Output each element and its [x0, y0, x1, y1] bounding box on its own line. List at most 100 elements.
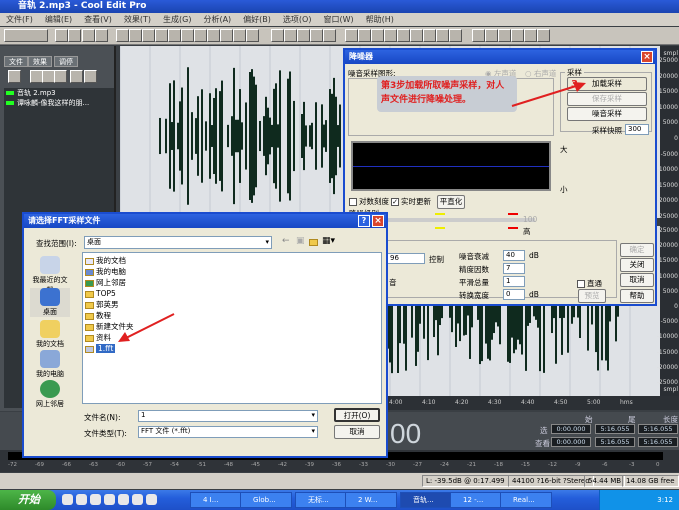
- toolbar-button[interactable]: [472, 29, 485, 42]
- taskbar-button[interactable]: Real...: [500, 492, 552, 508]
- close-icon[interactable]: ×: [372, 215, 384, 227]
- toolbar-button[interactable]: [384, 29, 397, 42]
- toolbar-button[interactable]: [524, 29, 537, 42]
- cancel-button[interactable]: 取消: [334, 425, 380, 439]
- preview-button[interactable]: 预览: [578, 289, 606, 303]
- snapshot-input[interactable]: 300: [625, 124, 649, 135]
- toolbar-button[interactable]: [82, 29, 95, 42]
- fft-size-select[interactable]: 96: [387, 253, 425, 264]
- place-my-computer[interactable]: 我的电脑: [30, 350, 70, 379]
- quick-launch-icon[interactable]: [90, 494, 101, 505]
- toolbar-button[interactable]: [449, 29, 462, 42]
- quick-launch-icon[interactable]: [118, 494, 129, 505]
- file-list-item[interactable]: 我的电脑: [85, 266, 379, 277]
- file-list-item[interactable]: 郭英男: [85, 299, 379, 310]
- taskbar-button[interactable]: Glob...: [240, 492, 292, 508]
- toolbar-button[interactable]: [233, 29, 246, 42]
- help-button[interactable]: 帮助: [620, 289, 654, 303]
- filename-input[interactable]: 1 ▾: [138, 410, 318, 422]
- toolbar-button[interactable]: [436, 29, 449, 42]
- menu-file[interactable]: 文件(F): [6, 15, 33, 24]
- toolbar-button[interactable]: [485, 29, 498, 42]
- toolbar-button[interactable]: [297, 29, 310, 42]
- up-folder-icon[interactable]: ▣: [296, 236, 305, 246]
- toolbar-button[interactable]: [4, 29, 48, 42]
- open-button[interactable]: 打开(O): [334, 408, 380, 422]
- organizer-button[interactable]: [84, 70, 97, 83]
- file-list-item[interactable]: 网上邻居: [85, 277, 379, 288]
- organizer-button[interactable]: [70, 70, 83, 83]
- menu-analyze[interactable]: 分析(A): [203, 15, 231, 24]
- toolbar-button[interactable]: [423, 29, 436, 42]
- flatten-button[interactable]: 平直化: [437, 195, 465, 209]
- toolbar-button[interactable]: [271, 29, 284, 42]
- menu-favorites[interactable]: 偏好(B): [243, 15, 271, 24]
- taskbar-button[interactable]: 无标...: [295, 492, 347, 508]
- toolbar-button[interactable]: [194, 29, 207, 42]
- live-update-checkbox[interactable]: ✓ 实时更新: [391, 196, 431, 207]
- toolbar-button[interactable]: [129, 29, 142, 42]
- toolbar-button[interactable]: [310, 29, 323, 42]
- file-item[interactable]: 谭咏麟-像我这样的朋...: [4, 98, 114, 108]
- toolbar-button[interactable]: [284, 29, 297, 42]
- menu-effects[interactable]: 效果(T): [124, 15, 151, 24]
- quick-launch-icon[interactable]: [104, 494, 115, 505]
- view-menu-icon[interactable]: ▦▾: [322, 236, 335, 246]
- toolbar-button[interactable]: [155, 29, 168, 42]
- menu-edit[interactable]: 编辑(E): [45, 15, 72, 24]
- close-icon[interactable]: ×: [641, 51, 653, 63]
- toolbar-button[interactable]: [116, 29, 129, 42]
- view-length[interactable]: 5:16.055: [638, 437, 678, 447]
- quick-launch-icon[interactable]: [132, 494, 143, 505]
- bypass-checkbox[interactable]: 直通: [577, 278, 602, 289]
- start-button[interactable]: 开始: [0, 490, 56, 510]
- tab-effects[interactable]: 效果: [28, 56, 52, 67]
- reduction-slider[interactable]: [385, 218, 535, 222]
- toolbar-button[interactable]: [168, 29, 181, 42]
- file-item[interactable]: 音轨 2.mp3: [4, 88, 114, 98]
- file-list-item[interactable]: TOP5: [85, 288, 379, 299]
- quick-launch-icon[interactable]: [146, 494, 157, 505]
- view-end[interactable]: 5:16.055: [595, 437, 635, 447]
- toolbar-button[interactable]: [220, 29, 233, 42]
- taskbar-button[interactable]: 2 W...: [345, 492, 397, 508]
- new-folder-icon[interactable]: [309, 237, 320, 246]
- toolbar-button[interactable]: [358, 29, 371, 42]
- quick-launch-icon[interactable]: [62, 494, 73, 505]
- file-list-item[interactable]: 我的文档: [85, 255, 379, 266]
- toolbar-button[interactable]: [207, 29, 220, 42]
- place-desktop[interactable]: 桌面: [30, 288, 70, 317]
- close-button[interactable]: 关闭: [620, 258, 654, 272]
- quick-launch-icon[interactable]: [76, 494, 87, 505]
- toolbar-button[interactable]: [181, 29, 194, 42]
- toolbar-button[interactable]: [371, 29, 384, 42]
- toolbar-button[interactable]: [345, 29, 358, 42]
- toolbar-button[interactable]: [246, 29, 259, 42]
- tab-favorites[interactable]: 调停: [54, 56, 78, 67]
- tab-files[interactable]: 文件: [4, 56, 28, 67]
- ok-button[interactable]: 确定: [620, 243, 654, 257]
- toolbar-button[interactable]: [537, 29, 550, 42]
- filetype-select[interactable]: FFT 文件 (*.fft) ▾: [138, 426, 318, 438]
- taskbar-button[interactable]: 音轨...: [400, 492, 452, 508]
- param-input[interactable]: 0: [503, 289, 525, 300]
- param-input[interactable]: 40: [503, 250, 525, 261]
- taskbar-button[interactable]: 4 I...: [190, 492, 242, 508]
- toolbar-button[interactable]: [68, 29, 81, 42]
- place-my-documents[interactable]: 我的文档: [30, 320, 70, 349]
- toolbar-button[interactable]: [511, 29, 524, 42]
- view-begin[interactable]: 0:00.000: [551, 437, 591, 447]
- param-input[interactable]: 7: [503, 263, 525, 274]
- toolbar-button[interactable]: [397, 29, 410, 42]
- sel-begin[interactable]: 0:00.000: [551, 424, 591, 434]
- menu-view[interactable]: 查看(V): [84, 15, 112, 24]
- toolbar-button[interactable]: [95, 29, 108, 42]
- organizer-button[interactable]: [8, 70, 21, 83]
- look-in-select[interactable]: 桌面 ▾: [84, 236, 272, 249]
- noise-graph[interactable]: [351, 141, 551, 191]
- sel-end[interactable]: 5:16.055: [595, 424, 635, 434]
- taskbar-button[interactable]: 12 -...: [450, 492, 502, 508]
- toolbar-button[interactable]: [323, 29, 336, 42]
- file-list-item[interactable]: 1.fft: [85, 343, 379, 354]
- cancel-button[interactable]: 取消: [620, 273, 654, 287]
